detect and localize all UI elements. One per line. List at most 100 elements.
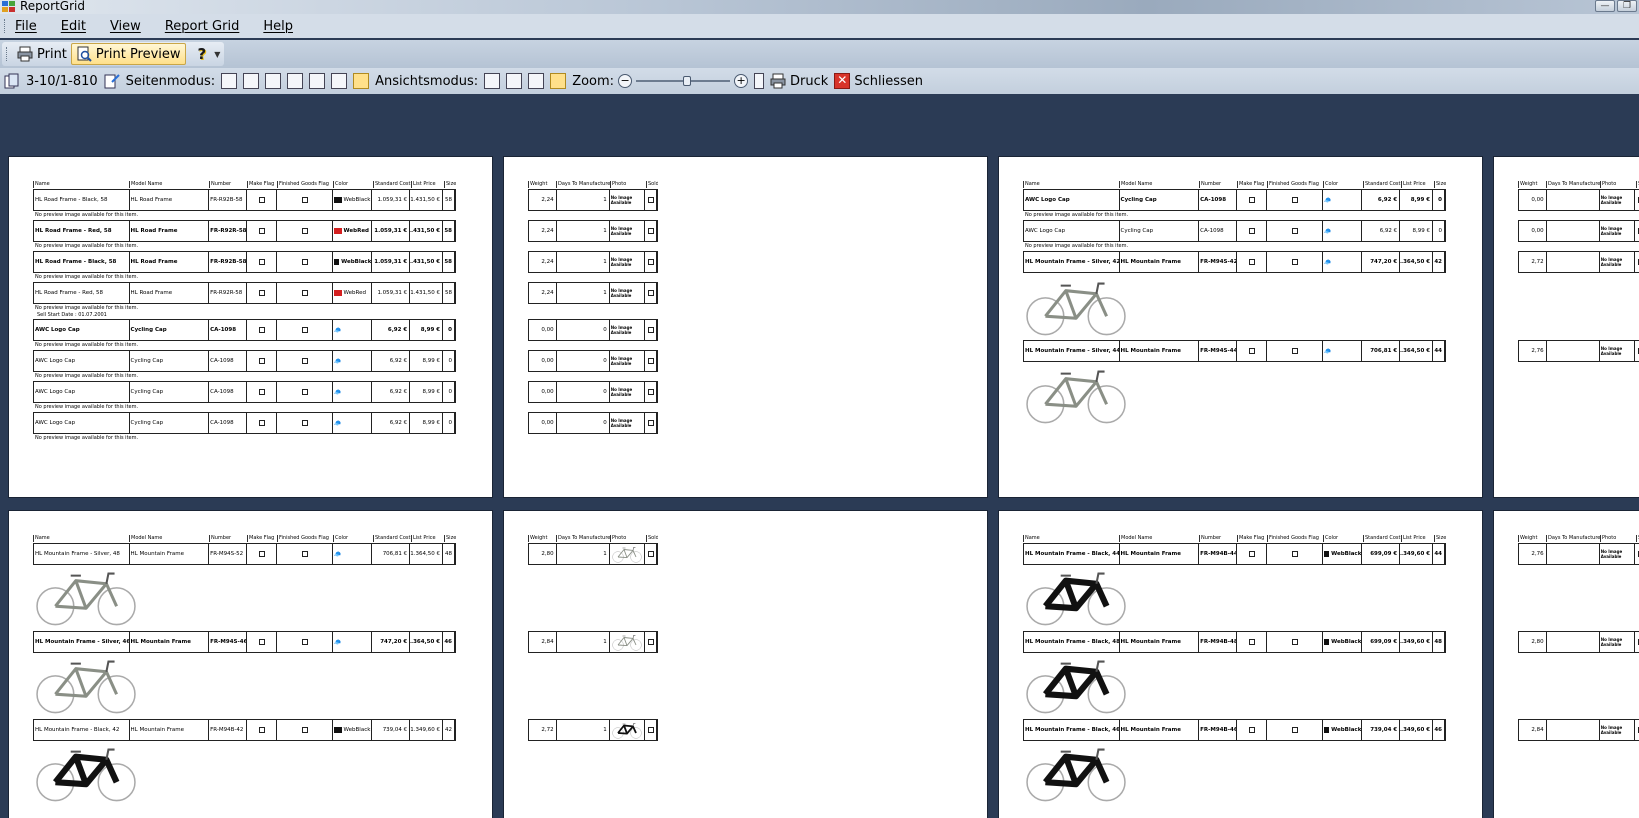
column-header: Standard Cost: [373, 535, 411, 542]
table-row[interactable]: 2,24 1 No Image Available: [528, 251, 658, 273]
menu-grip[interactable]: [4, 19, 7, 33]
title-bar: ReportGrid — ❐: [0, 0, 1639, 14]
table-row[interactable]: 0,00 0 No Image Available: [528, 319, 658, 341]
table-cell: 🧢: [1323, 252, 1363, 272]
color-name: WebRed: [343, 290, 366, 296]
page-range-text: 3-10/1-810: [26, 73, 98, 89]
table-row[interactable]: HL Road Frame - Red, 58 HL Road Frame FR-R…: [33, 282, 456, 304]
checkbox: [648, 727, 655, 733]
layout-1-page-icon[interactable]: [221, 73, 238, 89]
table-row[interactable]: HL Mountain Frame - Silver, 46 HL Mountai…: [33, 631, 456, 653]
table-cell: HL Mountain Frame - Silver, 44: [1024, 341, 1120, 361]
table-cell: [247, 221, 277, 241]
table-cell: 🧢: [333, 320, 373, 340]
table-row[interactable]: 0,00 No Image Available: [1518, 220, 1639, 242]
table-row[interactable]: AWC Logo Cap Cycling Cap CA-1098 🧢 6,92 €8,9…: [1023, 220, 1446, 242]
table-row[interactable]: 0,00 No Image Available: [1518, 189, 1639, 211]
toolbar-overflow-icon[interactable]: ▼: [214, 50, 220, 59]
menu-report-grid[interactable]: Report Grid: [165, 19, 240, 34]
print-preview-button[interactable]: Print Preview: [70, 43, 186, 65]
table-row[interactable]: 2,24 1 No Image Available: [528, 220, 658, 242]
menu-file[interactable]: File: [15, 19, 37, 34]
table-row[interactable]: 2,76 No Image Available: [1518, 340, 1639, 362]
toolbar-grip[interactable]: [6, 47, 9, 61]
table-row[interactable]: HL Road Frame - Red, 58 HL Road Frame FR-R…: [33, 220, 456, 242]
table-row[interactable]: 2,72 1: [528, 719, 658, 741]
zoom-slider[interactable]: [636, 76, 731, 86]
report-header: WeightDays To ManufacturePhotoSold: [528, 535, 658, 542]
printer-icon: [17, 46, 33, 62]
table-row[interactable]: 0,00 0 No Image Available: [528, 381, 658, 403]
table-row[interactable]: HL Mountain Frame - Silver, 42 HL Mountai…: [1023, 251, 1446, 273]
table-row[interactable]: HL Mountain Frame - Silver, 48 HL Mountai…: [33, 543, 456, 565]
bike-black-image: [36, 748, 136, 802]
table-cell: 6,92 €: [372, 413, 411, 433]
table-row[interactable]: HL Mountain Frame - Black, 44 HL Mountain…: [1023, 543, 1446, 565]
fit-page-icon[interactable]: [528, 73, 545, 89]
table-row[interactable]: AWC Logo Cap Cycling Cap CA-1098 🧢 6,92 €8,9…: [33, 412, 456, 434]
weight-cell: 2,76: [1519, 544, 1547, 564]
table-row[interactable]: AWC Logo Cap Cycling Cap CA-1098 🧢 6,92 €8,9…: [33, 381, 456, 403]
table-row[interactable]: 2,76 No Image Available: [1518, 543, 1639, 565]
page-range-control[interactable]: 3-10/1-810: [4, 73, 98, 89]
page-setup-icon[interactable]: [104, 73, 120, 89]
table-row[interactable]: HL Mountain Frame - Black, 46 HL Mountain…: [1023, 719, 1446, 741]
table-cell: WebBlack: [333, 252, 373, 272]
table-cell: 6,92 €: [1362, 190, 1401, 210]
report-page-6: Weight Days To Manufacture Photo Sold 2,80 1 2…: [503, 510, 988, 818]
zoom-mode-icon[interactable]: [550, 73, 567, 89]
table-row[interactable]: HL Road Frame - Black, 58 HL Road Frame FR…: [33, 251, 456, 273]
table-row[interactable]: AWC Logo Cap Cycling Cap CA-1098 🧢 6,92 €8,9…: [33, 319, 456, 341]
layout-2x3-pages-icon[interactable]: [331, 73, 348, 89]
table-row[interactable]: HL Road Frame - Black, 58 HL Road Frame FR…: [33, 189, 456, 211]
print-button[interactable]: Print: [13, 43, 71, 65]
layout-3-pages-icon[interactable]: [265, 73, 282, 89]
layout-2x2-pages-icon[interactable]: [309, 73, 326, 89]
zoom-slider-thumb[interactable]: [683, 76, 692, 86]
table-cell: WebRed: [333, 221, 373, 241]
table-cell: FR-R92R-58: [209, 283, 247, 303]
column-header: Model Name: [1119, 535, 1199, 542]
table-row[interactable]: HL Mountain Frame - Black, 48 HL Mountain…: [1023, 631, 1446, 653]
table-cell: HL Mountain Frame: [1120, 544, 1200, 564]
menu-edit[interactable]: Edit: [61, 19, 86, 34]
menu-help[interactable]: Help: [263, 19, 293, 34]
table-row[interactable]: 2,80 1: [528, 543, 658, 565]
druck-button[interactable]: Druck: [770, 73, 828, 89]
table-row[interactable]: 2,84 1: [528, 631, 658, 653]
table-cell: [1267, 632, 1323, 652]
table-row[interactable]: HL Mountain Frame - Black, 42 HL Mountain…: [33, 719, 456, 741]
table-row[interactable]: 2,24 1 No Image Available: [528, 189, 658, 211]
weight-cell: 2,72: [529, 720, 557, 740]
table-cell: 1.349,60 €: [1400, 544, 1434, 564]
fit-height-icon[interactable]: [506, 73, 523, 89]
actual-size-icon[interactable]: [754, 73, 765, 89]
table-row[interactable]: 2,80 No Image Available: [1518, 631, 1639, 653]
table-row[interactable]: HL Mountain Frame - Silver, 44 HL Mountai…: [1023, 340, 1446, 362]
table-row[interactable]: 0,00 0 No Image Available: [528, 412, 658, 434]
zoom-out-button[interactable]: −: [618, 74, 633, 88]
preview-canvas[interactable]: Name Model Name Number Make Flag Finished Go…: [0, 94, 1639, 818]
report-page-1: Name Model Name Number Make Flag Finished Go…: [8, 156, 493, 498]
checkbox: [1291, 197, 1298, 203]
minimize-button[interactable]: —: [1595, 0, 1615, 12]
menu-view[interactable]: View: [110, 19, 141, 34]
layout-2-pages-icon[interactable]: [243, 73, 260, 89]
layout-4-pages-icon[interactable]: [287, 73, 304, 89]
fit-width-icon[interactable]: [484, 73, 501, 89]
maximize-button[interactable]: ❐: [1617, 0, 1637, 12]
report-header: Name Model Name Number Make Flag Finished Go…: [1023, 181, 1446, 188]
table-row[interactable]: 2,24 1 No Image Available: [528, 282, 658, 304]
table-row[interactable]: 2,84 No Image Available: [1518, 719, 1639, 741]
table-row[interactable]: 0,00 0 No Image Available: [528, 350, 658, 372]
bike-black-image: [1026, 748, 1126, 802]
zoom-in-button[interactable]: +: [734, 74, 749, 88]
schliessen-button[interactable]: ✕ Schliessen: [834, 73, 923, 89]
photo-cell: No Image Available: [610, 351, 646, 371]
checkbox: [1248, 639, 1255, 645]
layout-2x4-pages-icon[interactable]: [353, 73, 370, 89]
help-button[interactable]: ?: [194, 43, 211, 65]
table-row[interactable]: AWC Logo Cap Cycling Cap CA-1098 🧢 6,92 €8,9…: [33, 350, 456, 372]
table-row[interactable]: AWC Logo Cap Cycling Cap CA-1098 🧢 6,92 €8,9…: [1023, 189, 1446, 211]
table-row[interactable]: 2,72 No Image Available: [1518, 251, 1639, 273]
